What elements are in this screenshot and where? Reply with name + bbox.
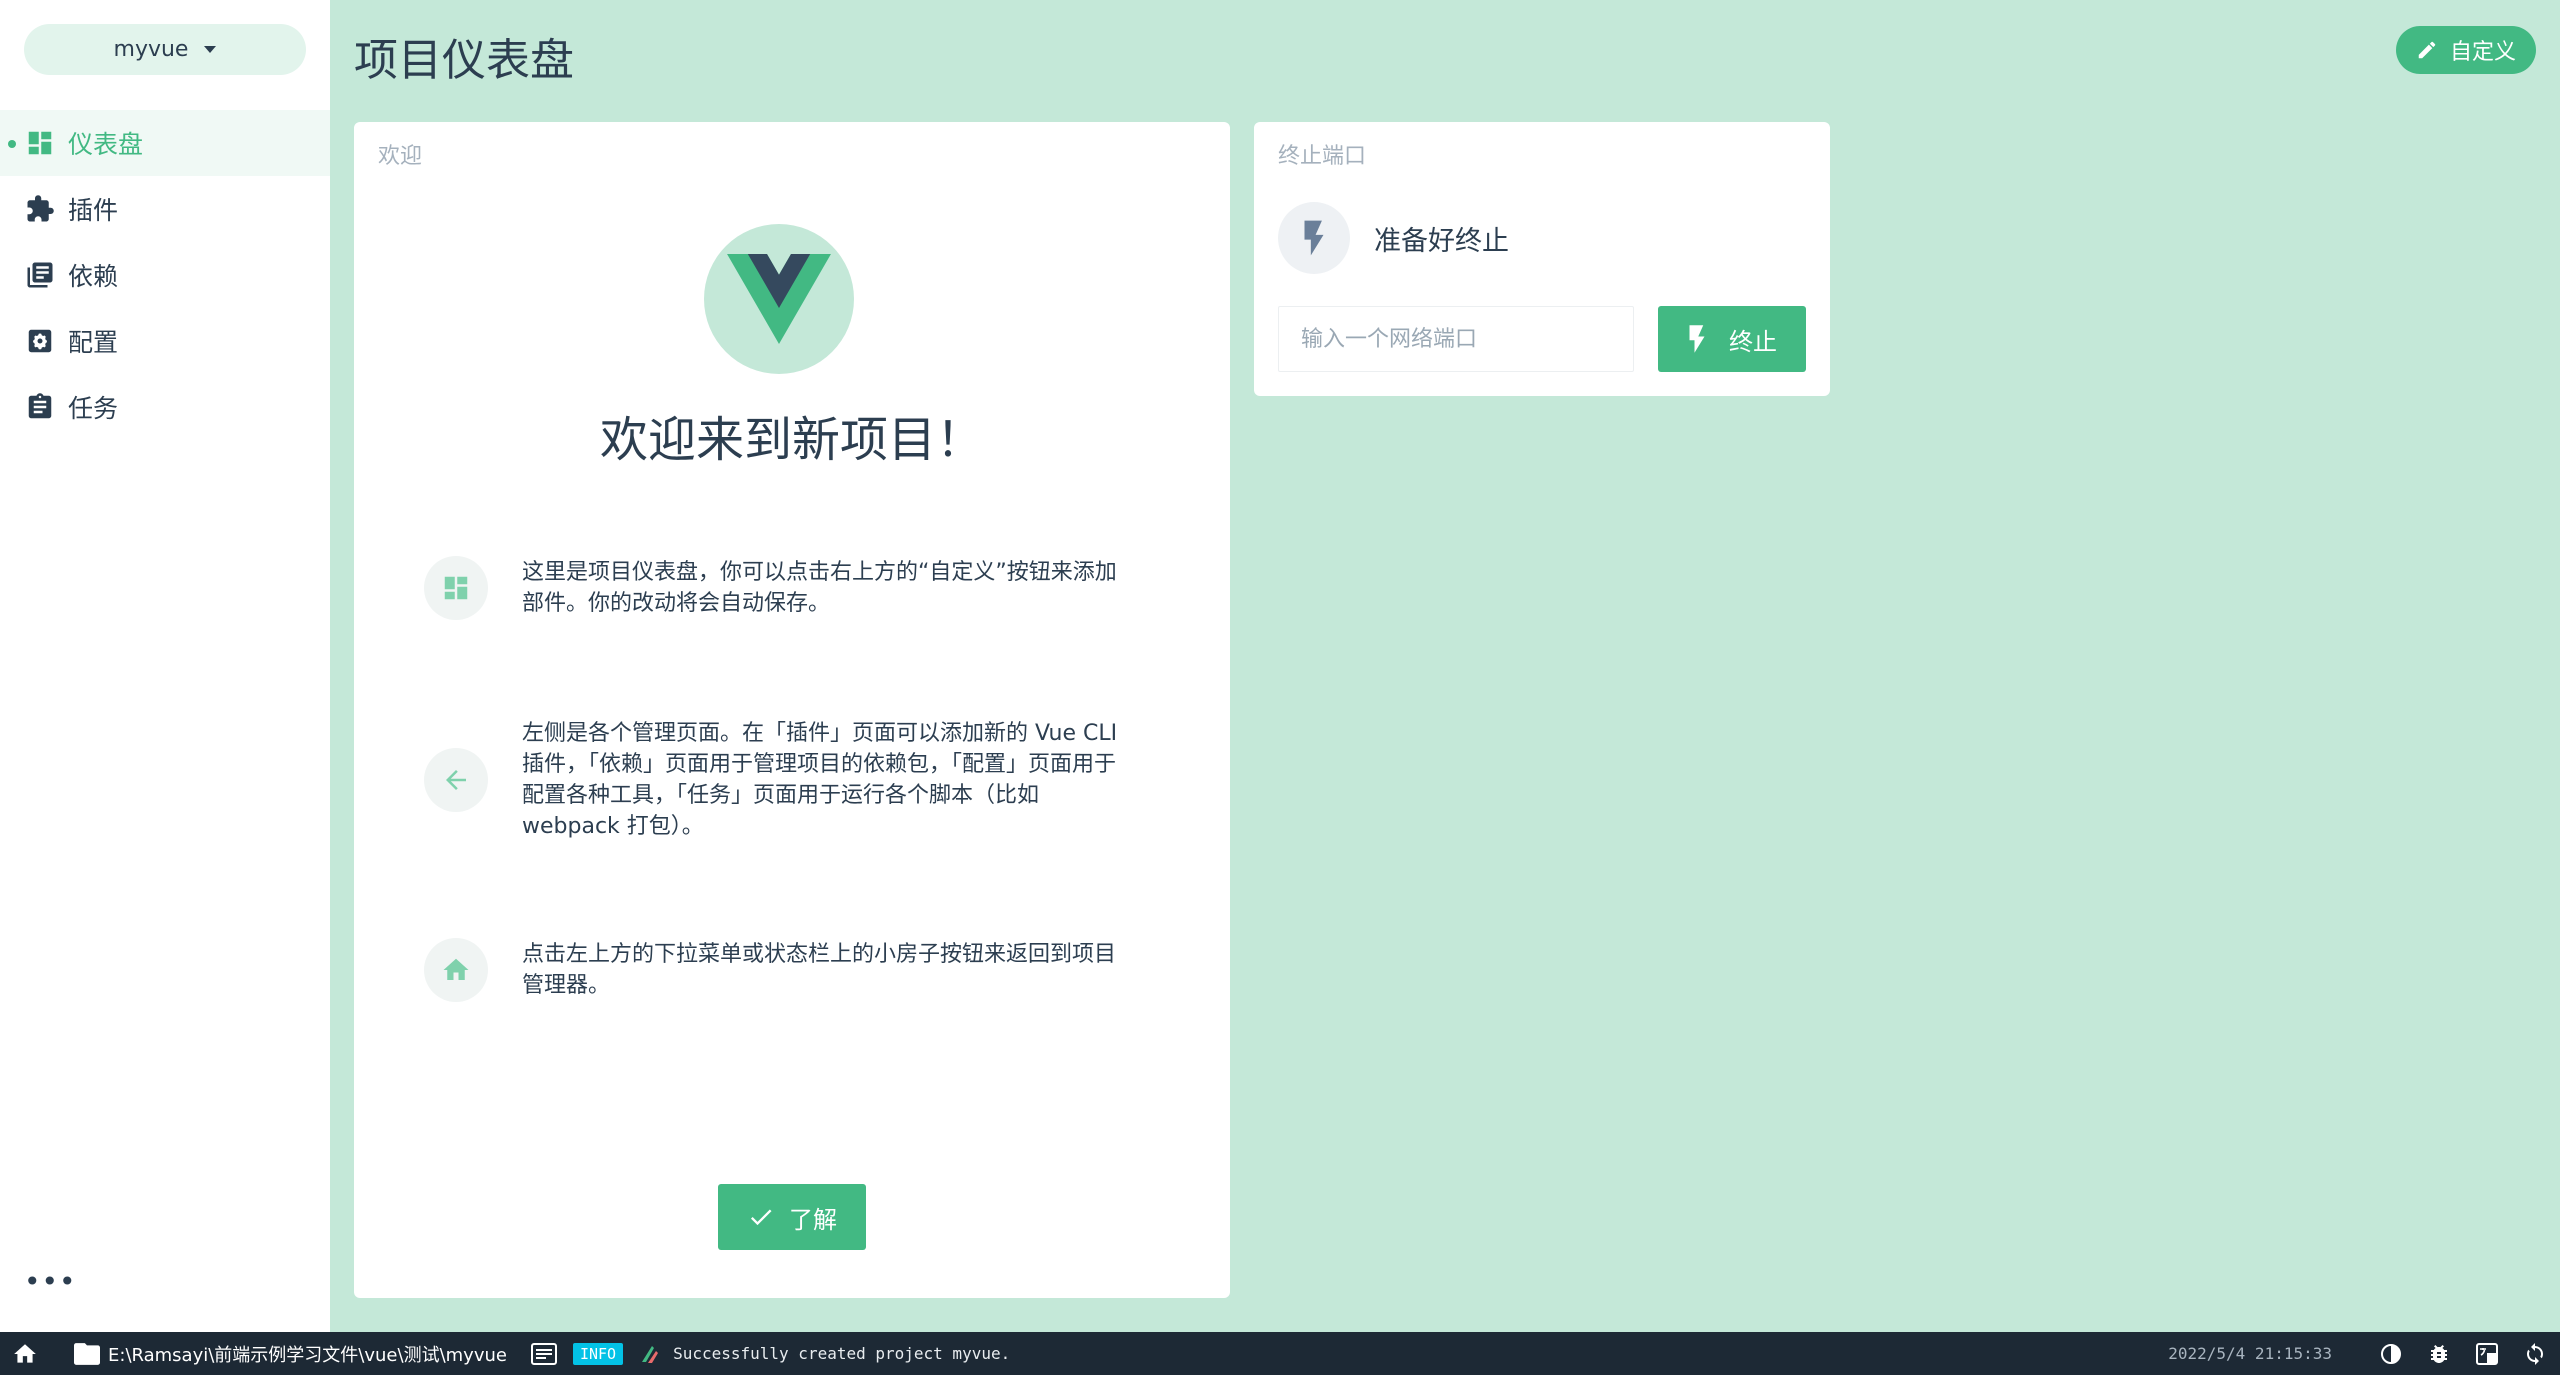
status-bar-right: 2022/5/4 21:15:33 [2168, 1332, 2548, 1375]
flash-icon [1689, 325, 1705, 353]
card-title: 终止端口 [1278, 144, 1367, 169]
sidebar-nav: 仪表盘 插件 依赖 配置 任务 [0, 110, 330, 440]
got-it-button[interactable]: 了解 [718, 1184, 866, 1250]
sidebar-item-configuration[interactable]: 配置 [0, 308, 330, 374]
caret-down-icon [204, 46, 217, 53]
card-title: 欢迎 [378, 144, 423, 169]
got-it-label: 了解 [789, 1205, 837, 1234]
translate-icon[interactable] [2474, 1341, 2500, 1367]
tip-item: 点击左上方的下拉菜单或状态栏上的小房子按钮来返回到项目管理器。 [424, 938, 1124, 1002]
console-icon[interactable] [530, 1342, 559, 1366]
tip-item: 左侧是各个管理页面。在「插件」页面可以添加新的 Vue CLI 插件，「依赖」页… [424, 718, 1124, 842]
vue-cli-logo-icon [639, 1343, 661, 1365]
pencil-icon [2418, 41, 2436, 59]
settings-icon [24, 325, 56, 357]
refresh-icon[interactable] [2522, 1341, 2548, 1367]
project-dropdown[interactable]: myvue [24, 24, 306, 75]
sidebar-item-label: 仪表盘 [68, 130, 144, 159]
log-level-badge: INFO [572, 1342, 624, 1365]
kill-label: 终止 [1729, 327, 1777, 356]
page-title: 项目仪表盘 [354, 35, 574, 86]
project-name: myvue [113, 37, 189, 62]
home-icon[interactable] [12, 1340, 40, 1368]
kill-status-text: 准备好终止 [1374, 225, 1509, 257]
check-icon [750, 1209, 772, 1226]
kill-status: 准备好终止 [1278, 202, 1509, 274]
bug-report-icon[interactable] [2426, 1341, 2452, 1367]
library-books-icon [24, 259, 56, 291]
sidebar-item-label: 依赖 [68, 262, 119, 291]
tip-text: 左侧是各个管理页面。在「插件」页面可以添加新的 Vue CLI 插件，「依赖」页… [522, 721, 1118, 839]
tip-item: 这里是项目仪表盘，你可以点击右上方的“自定义”按钮来添加部件。你的改动将会自动保… [424, 556, 1124, 620]
dashboard-icon [424, 556, 488, 620]
home-icon [424, 938, 488, 1002]
welcome-heading: 欢迎来到新项目！ [599, 412, 984, 468]
arrow-left-icon [424, 748, 488, 812]
active-indicator [8, 140, 16, 148]
log-message[interactable]: Successfully created project myvue. [673, 1344, 1010, 1363]
kill-button[interactable]: 终止 [1658, 306, 1806, 372]
status-bar: E:\Ramsayi\前端示例学习文件\vue\测试\myvue INFO Su… [0, 1332, 2560, 1375]
kill-port-card: 终止端口 准备好终止 终止 [1254, 122, 1830, 396]
sidebar-item-dependencies[interactable]: 依赖 [0, 242, 330, 308]
sidebar-item-plugins[interactable]: 插件 [0, 176, 330, 242]
clipboard-icon [24, 391, 56, 423]
puzzle-icon [24, 193, 56, 225]
tip-text: 点击左上方的下拉菜单或状态栏上的小房子按钮来返回到项目管理器。 [522, 942, 1117, 998]
customize-label: 自定义 [2449, 40, 2516, 65]
project-path-button[interactable]: E:\Ramsayi\前端示例学习文件\vue\测试\myvue [74, 1341, 507, 1367]
tip-text: 这里是项目仪表盘，你可以点击右上方的“自定义”按钮来添加部件。你的改动将会自动保… [522, 560, 1117, 616]
flash-icon [1278, 202, 1350, 274]
project-path: E:\Ramsayi\前端示例学习文件\vue\测试\myvue [108, 1344, 507, 1366]
dark-mode-icon[interactable] [2378, 1341, 2404, 1367]
sidebar-item-label: 任务 [68, 394, 119, 423]
folder-icon [74, 1342, 100, 1365]
sidebar-item-label: 插件 [68, 196, 119, 225]
sidebar-item-tasks[interactable]: 任务 [0, 374, 330, 440]
port-input[interactable] [1278, 306, 1634, 372]
sidebar: myvue 仪表盘 插件 依赖 配置 任务 ••• [0, 0, 330, 1332]
sidebar-item-dashboard[interactable]: 仪表盘 [0, 110, 330, 176]
more-options-button[interactable]: ••• [24, 1268, 77, 1296]
sidebar-item-label: 配置 [68, 328, 119, 357]
timestamp: 2022/5/4 21:15:33 [2168, 1344, 2332, 1363]
dashboard-icon [24, 127, 56, 159]
welcome-card: 欢迎 欢迎来到新项目！ 这里是项目仪表盘，你可以点击右上方的“自定义”按钮来添加… [354, 122, 1230, 1298]
vue-logo [704, 224, 854, 374]
customize-button[interactable]: 自定义 [2396, 26, 2536, 74]
vue-logo-icon [727, 254, 831, 344]
